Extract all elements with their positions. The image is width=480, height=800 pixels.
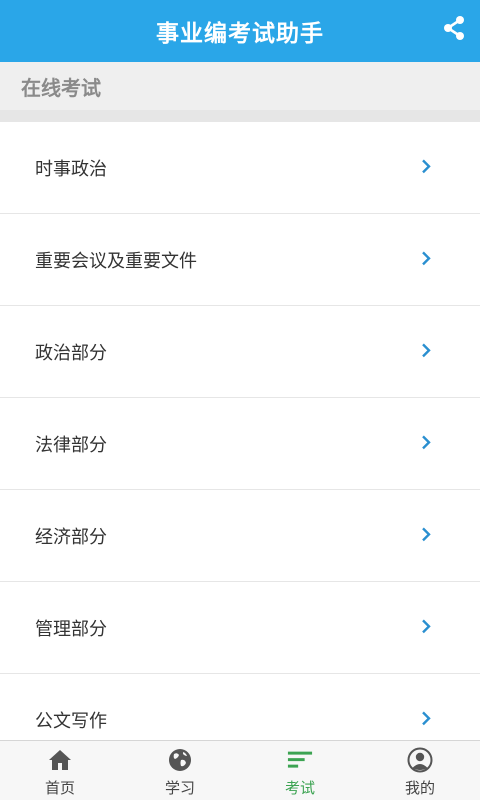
share-button[interactable]: [438, 12, 470, 44]
list-item-label: 重要会议及重要文件: [35, 250, 197, 272]
chevron-right-icon: [422, 435, 431, 449]
user-icon: [407, 747, 433, 773]
list-item-important-meetings[interactable]: 重要会议及重要文件: [0, 214, 480, 306]
home-icon: [47, 747, 73, 773]
list-icon: [287, 747, 313, 773]
list-item-label: 政治部分: [35, 342, 107, 364]
nav-label: 学习: [164, 779, 195, 797]
chevron-right-icon: [422, 711, 431, 725]
list-item-current-affairs[interactable]: 时事政治: [0, 122, 480, 214]
nav-item-profile[interactable]: 我的: [360, 741, 480, 800]
chevron-right-icon: [422, 343, 431, 357]
list-item-label: 法律部分: [35, 434, 107, 456]
list-item-label: 管理部分: [35, 618, 107, 640]
nav-item-exam[interactable]: 考试: [240, 741, 360, 800]
section-title: 在线考试: [21, 75, 101, 100]
list-item-economics[interactable]: 经济部分: [0, 490, 480, 582]
chevron-right-icon: [422, 251, 431, 265]
list-item-label: 公文写作: [35, 710, 107, 732]
section-header: 在线考试: [0, 62, 480, 110]
list-item-law[interactable]: 法律部分: [0, 398, 480, 490]
nav-item-study[interactable]: 学习: [120, 741, 240, 800]
list-item-official-writing[interactable]: 公文写作: [0, 674, 480, 740]
bottom-nav: 首页 学习 考试 我的: [0, 740, 480, 800]
nav-item-home[interactable]: 首页: [0, 741, 120, 800]
section-divider: [0, 110, 480, 122]
nav-label: 考试: [284, 779, 315, 797]
chevron-right-icon: [422, 527, 431, 541]
list-item-management[interactable]: 管理部分: [0, 582, 480, 674]
exam-category-list: 时事政治 重要会议及重要文件 政治部分 法律部分 经济部分 管理部分 公文写作: [0, 122, 480, 740]
list-item-politics[interactable]: 政治部分: [0, 306, 480, 398]
list-item-label: 经济部分: [35, 526, 107, 548]
chevron-right-icon: [422, 619, 431, 633]
app-bar: 事业编考试助手: [0, 0, 480, 62]
app-title: 事业编考试助手: [156, 21, 324, 47]
list-item-label: 时事政治: [35, 158, 107, 180]
globe-icon: [167, 747, 193, 773]
share-icon: [444, 16, 464, 40]
nav-label: 首页: [44, 779, 75, 797]
chevron-right-icon: [422, 159, 431, 173]
nav-label: 我的: [404, 779, 435, 797]
